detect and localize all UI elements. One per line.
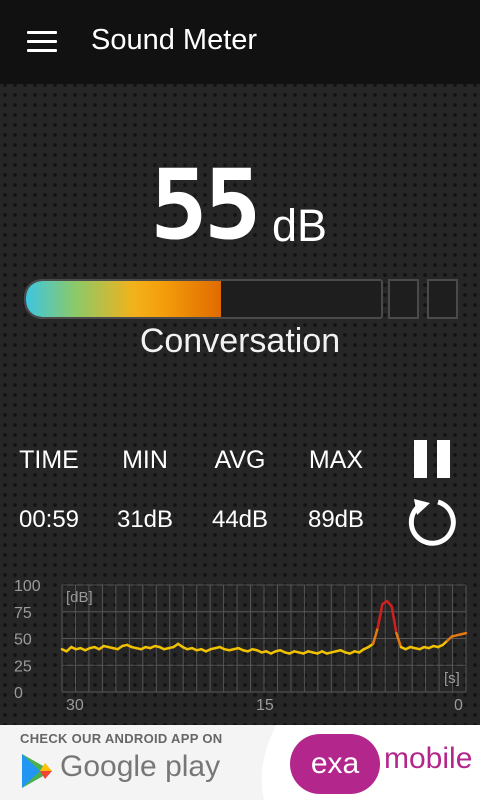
decibel-reading: 55 dB xyxy=(0,149,480,261)
level-segment xyxy=(427,279,458,319)
series-segment xyxy=(390,605,398,635)
y-tick-label: 75 xyxy=(14,605,32,622)
stat-avg-label: AVG xyxy=(214,446,266,474)
x-tick-label: 15 xyxy=(256,697,274,714)
stats-panel: TIME MIN AVG MAX 00:59 31dB 44dB 89dB xyxy=(0,440,400,540)
decibel-unit: dB xyxy=(272,200,328,251)
app-title: Sound Meter xyxy=(91,24,258,56)
ad-store-name: Google play xyxy=(60,750,221,783)
graph-canvas: 100 75 50 25 0 30 15 0 [dB] [s] xyxy=(14,578,468,714)
stat-max-value: 89dB xyxy=(307,506,365,533)
menu-icon[interactable] xyxy=(27,31,57,53)
series-segment xyxy=(371,626,380,646)
history-graph: 100 75 50 25 0 30 15 0 [dB] [s] xyxy=(0,575,480,715)
reset-icon xyxy=(408,499,456,546)
y-tick-label: 25 xyxy=(14,658,32,675)
x-tick-label: 30 xyxy=(66,697,84,714)
level-bar xyxy=(24,279,458,319)
stat-max-label: MAX xyxy=(308,446,364,474)
decibel-value: 55 xyxy=(150,149,262,261)
y-tick-label: 0 xyxy=(14,685,23,702)
level-fill xyxy=(26,281,222,317)
stat-time-value: 00:59 xyxy=(18,506,80,533)
ad-caption: CHECK OUR ANDROID APP ON xyxy=(20,731,223,746)
level-segment xyxy=(388,279,419,319)
y-tick-label: 50 xyxy=(14,632,32,649)
exa-mobile-logo: exa mobile xyxy=(256,725,480,800)
ad-banner[interactable]: CHECK OUR ANDROID APP ON Google play exa… xyxy=(0,725,480,800)
y-tick-label: 100 xyxy=(14,578,41,595)
series-segment xyxy=(376,603,384,630)
pause-button[interactable] xyxy=(412,440,452,478)
app-bar: Sound Meter xyxy=(0,0,480,84)
stat-min-label: MIN xyxy=(122,446,168,474)
google-play-icon xyxy=(22,754,52,788)
x-unit-label: [s] xyxy=(444,670,460,687)
pause-icon xyxy=(414,440,427,478)
y-unit-label: [dB] xyxy=(66,589,93,606)
level-description: Conversation xyxy=(139,322,341,360)
x-tick-label: 0 xyxy=(454,697,463,714)
level-track xyxy=(24,279,383,319)
stat-avg-value: 44dB xyxy=(211,506,269,533)
reset-button[interactable] xyxy=(405,495,459,549)
stat-time-label: TIME xyxy=(19,446,79,474)
series-segment xyxy=(460,631,468,636)
stat-min-value: 31dB xyxy=(116,506,174,533)
